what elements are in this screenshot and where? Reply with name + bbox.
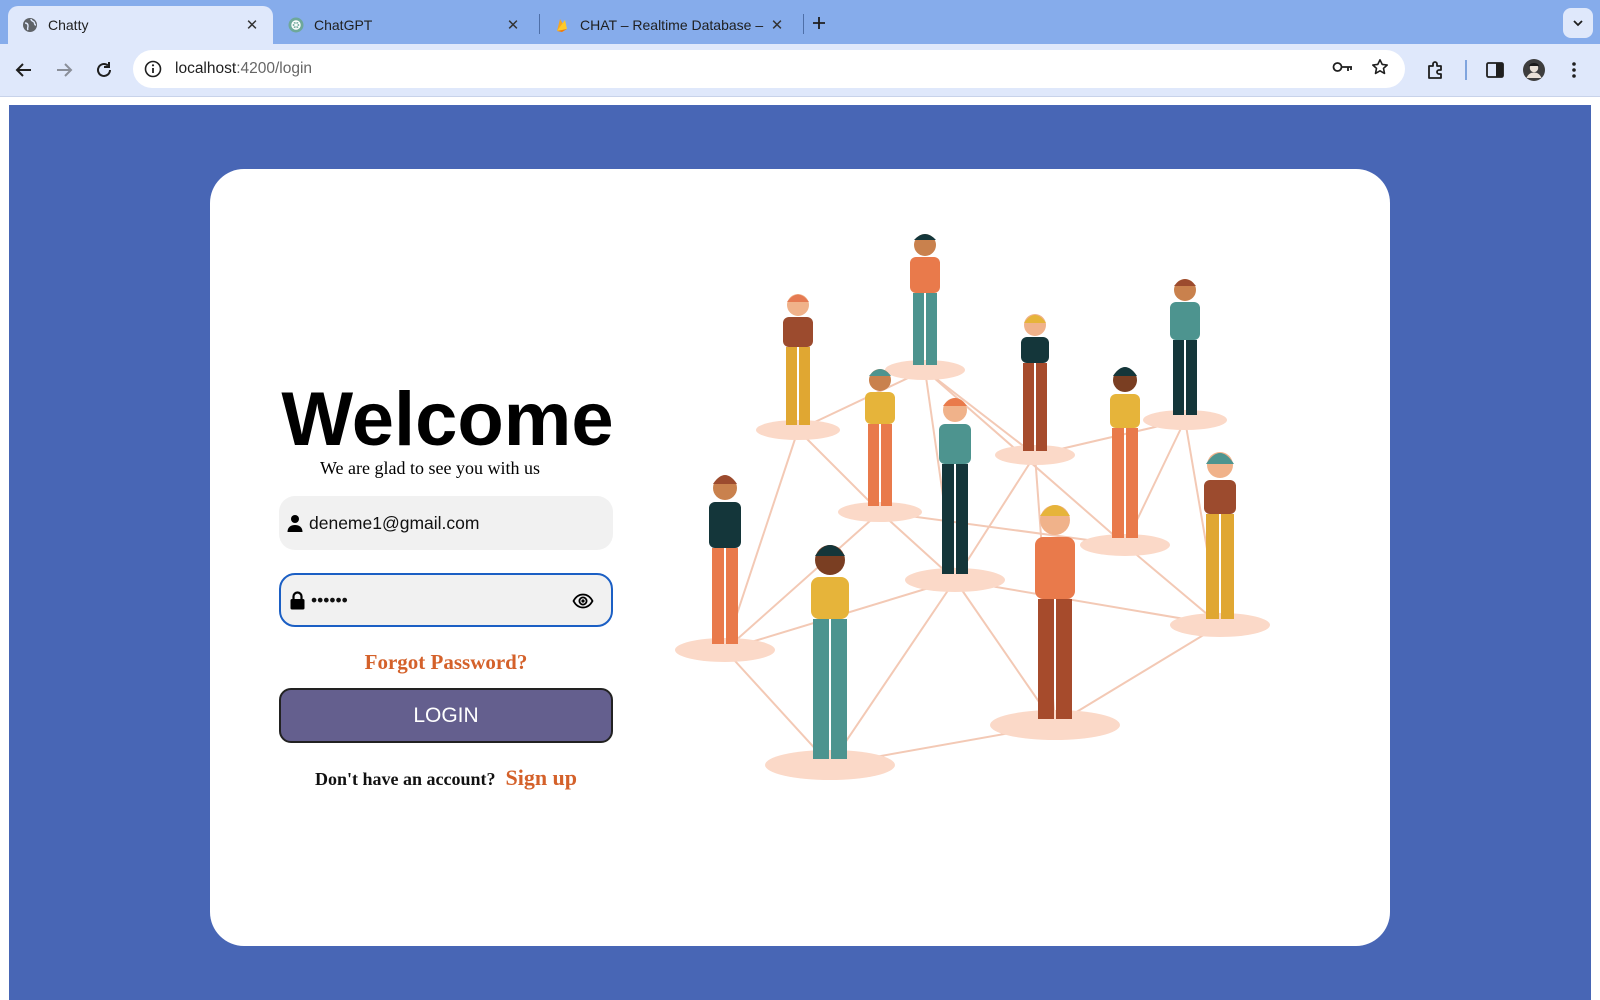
person-figure [1204,452,1236,619]
more-menu-icon[interactable] [1558,54,1590,86]
email-input[interactable] [309,512,559,534]
tab-chatgpt[interactable]: ChatGPT ✕ [274,6,534,44]
tab-firebase[interactable]: CHAT – Realtime Database – ✕ [540,6,798,44]
close-tab-icon[interactable]: ✕ [766,14,788,36]
person-figure [939,398,971,574]
site-info-icon[interactable] [141,57,165,81]
firebase-icon [554,17,570,33]
tab-search-button[interactable] [1563,8,1593,38]
signup-row: Don't have an account? Sign up [279,765,613,791]
url-text: localhost:4200/login [175,60,312,78]
plus-icon [813,17,825,29]
lock-icon [287,590,307,610]
extensions-puzzle-icon[interactable] [1420,54,1452,86]
toolbar-divider [1465,60,1467,80]
people-network-illustration [675,234,1270,780]
reload-icon [97,62,111,77]
forward-button[interactable] [48,54,80,86]
close-tab-icon[interactable]: ✕ [502,14,524,36]
reload-button[interactable] [88,54,120,86]
browser-toolbar: localhost:4200/login [0,44,1600,97]
new-tab-button[interactable] [806,10,832,36]
person-figure [865,369,895,506]
user-icon [285,513,305,533]
password-input[interactable] [311,589,561,611]
password-field[interactable] [279,573,613,627]
arrow-left-icon [15,63,31,77]
sign-up-link[interactable]: Sign up [505,765,577,790]
tab-title: CHAT – Realtime Database – [580,17,764,33]
person-figure [1170,279,1200,415]
tab-divider [803,14,804,34]
password-key-icon[interactable] [1328,52,1358,82]
welcome-title: Welcome [281,377,614,462]
arrow-right-icon [57,63,73,77]
tab-chatty[interactable]: Chatty ✕ [8,6,273,44]
profile-avatar-icon[interactable] [1518,54,1550,86]
welcome-subtitle: We are glad to see you with us [320,458,540,478]
globe-icon [22,17,38,33]
url-host: localhost [175,60,237,77]
tab-title: ChatGPT [314,17,373,33]
person-figure [811,545,849,759]
login-button[interactable]: LOGIN [279,688,613,743]
tab-title: Chatty [48,17,89,33]
chevron-down-icon [1573,20,1583,27]
side-panel-icon[interactable] [1479,54,1511,86]
person-figure [1110,367,1140,538]
back-button[interactable] [8,54,40,86]
person-figure [910,234,940,365]
no-account-text: Don't have an account? [314,769,496,789]
url-path: :4200/login [236,60,313,77]
person-figure [1021,314,1049,451]
forgot-password-link[interactable]: Forgot Password? [279,650,613,675]
person-figure [783,294,813,425]
openai-icon [288,17,304,33]
address-bar[interactable]: localhost:4200/login [133,50,1405,88]
eye-icon[interactable] [571,589,595,613]
tab-strip: Chatty ✕ ChatGPT ✕ CHAT – Realtime Datab… [0,0,1600,44]
bookmark-star-icon[interactable] [1365,52,1395,82]
email-field[interactable] [279,496,613,550]
person-figure [709,475,741,644]
close-tab-icon[interactable]: ✕ [241,14,263,36]
